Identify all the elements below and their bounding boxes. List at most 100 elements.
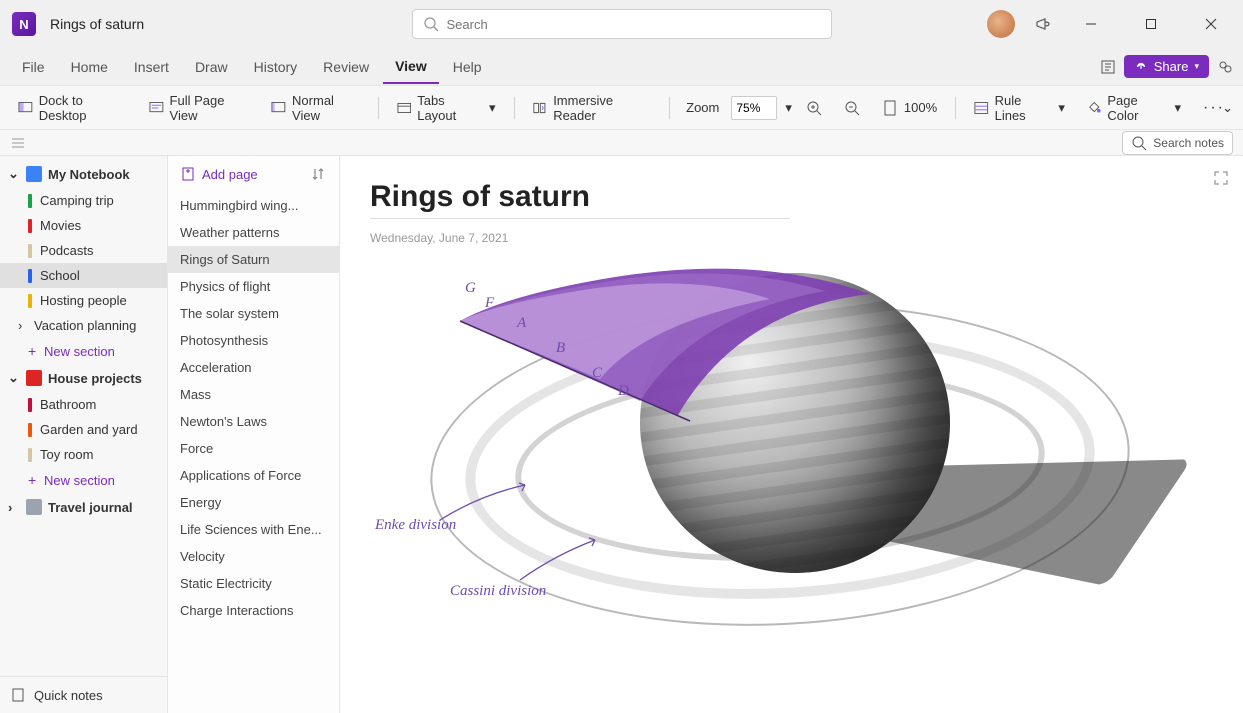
notebook-header[interactable]: ⌄My Notebook xyxy=(0,160,167,188)
zoom-out-icon xyxy=(844,100,860,116)
page-item[interactable]: Photosynthesis xyxy=(168,327,339,354)
ribbon-tab-file[interactable]: File xyxy=(10,51,57,83)
fullpage-icon xyxy=(149,100,164,116)
ribbon-tab-insert[interactable]: Insert xyxy=(122,51,181,83)
saturn-drawing: G F A B C D Enke division Cassini divisi… xyxy=(370,265,1150,685)
quick-notes-button[interactable]: Quick notes xyxy=(0,676,167,713)
ribbon-tab-draw[interactable]: Draw xyxy=(183,51,240,83)
chevron-down-icon[interactable]: ▾ xyxy=(785,100,792,116)
collab-icon[interactable] xyxy=(1217,59,1233,75)
section-item[interactable]: Garden and yard xyxy=(0,417,167,442)
immersive-icon xyxy=(532,100,547,116)
normalview-icon xyxy=(271,100,286,116)
ring-label-a: A xyxy=(517,315,526,332)
search-notes[interactable]: Search notes xyxy=(1122,131,1233,155)
title-bar: N Rings of saturn xyxy=(0,0,1243,48)
ribbon-tab-help[interactable]: Help xyxy=(441,51,494,83)
section-item[interactable]: Toy room xyxy=(0,442,167,467)
page-content: Rings of saturn Wednesday, June 7, 2021 … xyxy=(340,156,1243,713)
share-button[interactable]: Share▾ xyxy=(1124,55,1209,78)
page-item[interactable]: Hummingbird wing... xyxy=(168,192,339,219)
page-item[interactable]: Weather patterns xyxy=(168,219,339,246)
dock-to-desktop-button[interactable]: Dock to Desktop xyxy=(10,89,135,127)
immersive-reader-button[interactable]: Immersive Reader xyxy=(524,89,659,127)
page-color-button[interactable]: Page Color ▾ xyxy=(1079,89,1189,127)
ring-label-d: D xyxy=(618,383,629,400)
app-icon: N xyxy=(12,12,36,36)
window-title: Rings of saturn xyxy=(50,16,144,32)
page-item[interactable]: Acceleration xyxy=(168,354,339,381)
rule-lines-button[interactable]: Rule Lines ▾ xyxy=(966,89,1073,127)
immersive-label: Immersive Reader xyxy=(553,93,651,123)
rule-lines-icon xyxy=(974,100,989,116)
zoom-out-button[interactable] xyxy=(836,96,868,120)
ribbon-tab-review[interactable]: Review xyxy=(311,51,381,83)
page-100-icon xyxy=(882,100,898,116)
page-item[interactable]: Life Sciences with Ene... xyxy=(168,516,339,543)
notebook-header[interactable]: ⌄House projects xyxy=(0,364,167,392)
section-item[interactable]: Bathroom xyxy=(0,392,167,417)
minimize-button[interactable] xyxy=(1071,4,1111,44)
close-button[interactable] xyxy=(1191,4,1231,44)
page-item[interactable]: Applications of Force xyxy=(168,462,339,489)
global-search-input[interactable] xyxy=(447,17,821,32)
section-item[interactable]: +New section xyxy=(0,338,167,364)
ribbon-tabs: FileHomeInsertDrawHistoryReviewViewHelp … xyxy=(0,48,1243,86)
page-item[interactable]: Mass xyxy=(168,381,339,408)
section-item[interactable]: Camping trip xyxy=(0,188,167,213)
zoom-in-icon xyxy=(806,100,822,116)
ribbon-tab-home[interactable]: Home xyxy=(59,51,120,83)
page-item[interactable]: Force xyxy=(168,435,339,462)
page-item[interactable]: Static Electricity xyxy=(168,570,339,597)
ribbon-tab-view[interactable]: View xyxy=(383,50,439,84)
normal-view-button[interactable]: Normal View xyxy=(263,89,367,127)
zoom-input[interactable] xyxy=(731,96,777,120)
zoom-label: Zoom xyxy=(686,100,719,115)
section-item[interactable]: School xyxy=(0,263,167,288)
ribbon-tab-history[interactable]: History xyxy=(242,51,310,83)
section-item[interactable]: ›Vacation planning xyxy=(0,313,167,338)
section-item[interactable]: Podcasts xyxy=(0,238,167,263)
search-icon xyxy=(423,16,439,32)
chevron-down-icon: ▾ xyxy=(489,100,496,116)
zoom-100-label: 100% xyxy=(904,100,937,115)
page-item[interactable]: Physics of flight xyxy=(168,273,339,300)
feed-icon[interactable] xyxy=(1100,59,1116,75)
page-item[interactable]: Energy xyxy=(168,489,339,516)
zoom-100-button[interactable]: 100% xyxy=(874,96,945,120)
expand-icon[interactable] xyxy=(1213,170,1229,186)
tabs-layout-icon xyxy=(397,100,412,116)
section-item[interactable]: +New section xyxy=(0,467,167,493)
navigation-subbar: Search notes xyxy=(0,130,1243,156)
page-item[interactable]: Velocity xyxy=(168,543,339,570)
ring-label-b: B xyxy=(556,340,565,357)
page-item[interactable]: Rings of Saturn xyxy=(168,246,339,273)
section-item[interactable]: Hosting people xyxy=(0,288,167,313)
hamburger-icon[interactable] xyxy=(10,135,26,151)
tabs-layout-button[interactable]: Tabs Layout ▾ xyxy=(389,89,504,127)
maximize-button[interactable] xyxy=(1131,4,1171,44)
page-item[interactable]: The solar system xyxy=(168,300,339,327)
zoom-in-button[interactable] xyxy=(798,96,830,120)
global-search[interactable] xyxy=(412,9,832,39)
share-icon xyxy=(1134,60,1148,74)
chevron-down-icon[interactable]: ⌄ xyxy=(1222,100,1233,116)
rule-lines-label: Rule Lines xyxy=(995,93,1051,123)
ring-label-c: C xyxy=(592,365,602,382)
add-page-button[interactable]: Add page xyxy=(180,166,258,182)
search-notes-label: Search notes xyxy=(1153,136,1224,150)
full-page-view-button[interactable]: Full Page View xyxy=(141,89,258,127)
page-title[interactable]: Rings of saturn xyxy=(370,180,790,219)
ring-label-f: F xyxy=(485,295,494,312)
section-item[interactable]: Movies xyxy=(0,213,167,238)
sort-icon[interactable] xyxy=(311,166,327,182)
megaphone-icon[interactable] xyxy=(1035,16,1051,32)
notebook-header[interactable]: ›Travel journal xyxy=(0,493,167,521)
page-item[interactable]: Charge Interactions xyxy=(168,597,339,624)
avatar[interactable] xyxy=(987,10,1015,38)
quick-notes-icon xyxy=(10,687,26,703)
enke-label: Enke division xyxy=(375,517,456,534)
page-date: Wednesday, June 7, 2021 xyxy=(370,231,1213,245)
page-item[interactable]: Newton's Laws xyxy=(168,408,339,435)
normal-label: Normal View xyxy=(292,93,360,123)
